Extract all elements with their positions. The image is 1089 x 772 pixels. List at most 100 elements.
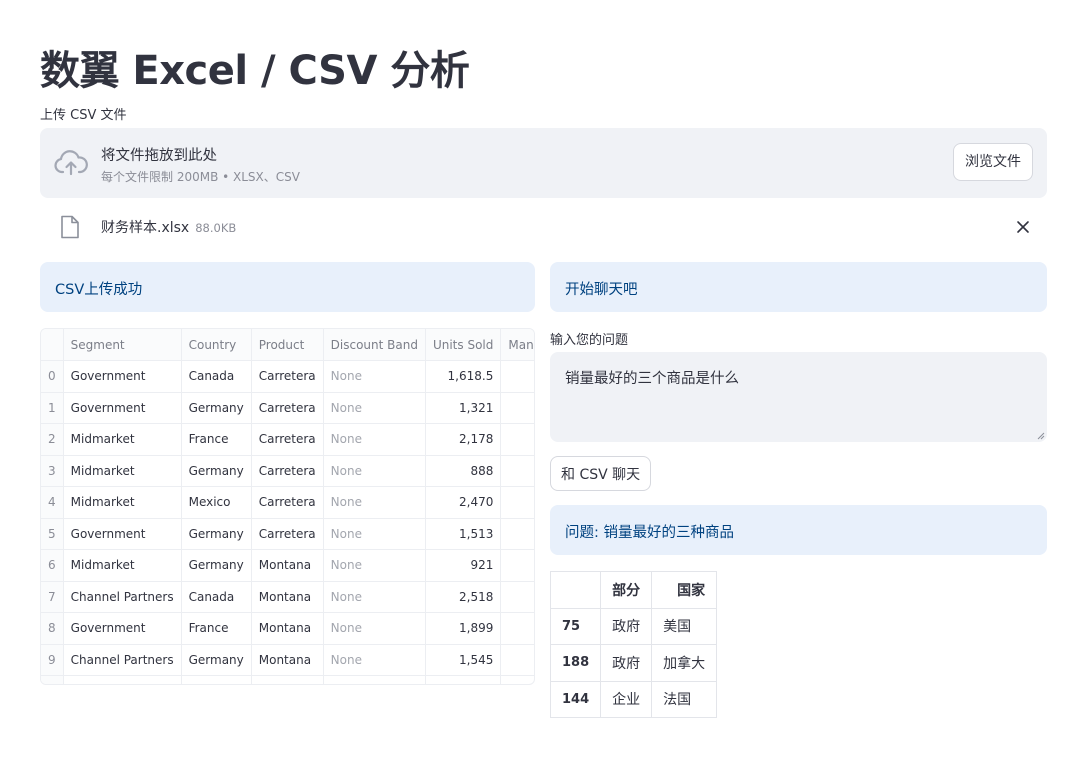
empty-cell <box>181 675 252 684</box>
row-index[interactable]: 4 <box>41 486 64 519</box>
units-sold-cell[interactable]: 2,178 <box>425 423 502 456</box>
country-cell[interactable]: Germany <box>181 392 252 424</box>
units-sold-cell[interactable]: 1,513 <box>425 518 502 550</box>
file-dropzone[interactable]: 将文件拖放到此处 每个文件限制 200MB • XLSX、CSV 浏览文件 <box>40 128 1047 198</box>
row-index[interactable]: 3 <box>41 455 64 487</box>
product-cell[interactable]: Montana <box>251 612 324 645</box>
product-cell[interactable]: Carretera <box>251 392 324 424</box>
country-cell[interactable]: France <box>181 612 252 645</box>
country-cell[interactable]: Germany <box>181 455 252 487</box>
country-cell[interactable]: Canada <box>181 360 252 393</box>
product-cell[interactable]: Montana <box>251 644 324 676</box>
table-row: 6 Midmarket Germany Montana None 921 <box>41 549 534 582</box>
column-header[interactable]: Segment <box>63 329 182 361</box>
segment-cell[interactable]: Midmarket <box>63 549 182 582</box>
product-cell[interactable]: Carretera <box>251 423 324 456</box>
row-index[interactable]: 8 <box>41 612 64 645</box>
dataframe-table: Segment Country Product Discount Band Un… <box>41 329 534 684</box>
product-cell[interactable]: Carretera <box>251 486 324 519</box>
segment-cell[interactable]: Government <box>63 518 182 550</box>
close-icon[interactable] <box>1015 219 1031 235</box>
manufacturing-cell[interactable] <box>500 486 534 519</box>
question-banner: 问题: 销量最好的三种商品 <box>550 505 1047 555</box>
segment-cell[interactable]: Channel Partners <box>63 581 182 613</box>
manufacturing-cell[interactable] <box>500 581 534 613</box>
discount-band-cell[interactable]: None <box>323 612 426 645</box>
country-cell[interactable]: Canada <box>181 581 252 613</box>
units-sold-cell[interactable]: 921 <box>425 549 502 582</box>
manufacturing-cell[interactable] <box>500 392 534 424</box>
country-cell[interactable]: Germany <box>181 644 252 676</box>
browse-files-button[interactable]: 浏览文件 <box>953 143 1033 181</box>
discount-band-cell[interactable]: None <box>323 518 426 550</box>
discount-band-cell[interactable]: None <box>323 549 426 582</box>
file-icon <box>61 215 79 239</box>
discount-band-cell[interactable]: None <box>323 455 426 487</box>
country-cell[interactable]: Germany <box>181 518 252 550</box>
page-title: 数翼 Excel / CSV 分析 <box>40 48 470 94</box>
row-index[interactable]: 7 <box>41 581 64 613</box>
country-cell[interactable]: France <box>181 423 252 456</box>
empty-cell <box>500 675 534 684</box>
units-sold-cell[interactable]: 2,470 <box>425 486 502 519</box>
product-cell[interactable]: Carretera <box>251 518 324 550</box>
result-country-cell: 加拿大 <box>651 644 718 682</box>
dataframe-viewer[interactable]: Segment Country Product Discount Band Un… <box>40 328 535 685</box>
column-header[interactable]: Country <box>181 329 252 361</box>
discount-band-cell[interactable]: None <box>323 581 426 613</box>
country-cell[interactable]: Mexico <box>181 486 252 519</box>
units-sold-cell[interactable]: 2,518 <box>425 581 502 613</box>
file-uploader-label: 上传 CSV 文件 <box>40 108 127 123</box>
segment-cell[interactable]: Government <box>63 392 182 424</box>
units-sold-cell[interactable]: 1,899 <box>425 612 502 645</box>
table-row: 5 Government Germany Carretera None 1,513 <box>41 518 534 550</box>
table-row: 8 Government France Montana None 1,899 <box>41 612 534 645</box>
question-textarea[interactable]: 销量最好的三个商品是什么 <box>550 352 1047 442</box>
manufacturing-cell[interactable] <box>500 455 534 487</box>
units-sold-cell[interactable]: 1,545 <box>425 644 502 676</box>
manufacturing-cell[interactable] <box>500 518 534 550</box>
row-index[interactable]: 6 <box>41 549 64 582</box>
manufacturing-cell[interactable] <box>500 612 534 645</box>
segment-cell[interactable]: Government <box>63 612 182 645</box>
units-sold-cell[interactable]: 1,321 <box>425 392 502 424</box>
units-sold-cell[interactable]: 888 <box>425 455 502 487</box>
segment-cell[interactable]: Channel Partners <box>63 644 182 676</box>
manufacturing-cell[interactable] <box>500 644 534 676</box>
result-table: 部分 国家 75 政府 美国 188 政府 加拿大 144 企业 法国 <box>549 571 718 718</box>
empty-cell <box>251 675 324 684</box>
product-cell[interactable]: Carretera <box>251 455 324 487</box>
segment-cell[interactable]: Midmarket <box>63 486 182 519</box>
row-index[interactable]: 1 <box>41 392 64 424</box>
discount-band-cell[interactable]: None <box>323 486 426 519</box>
discount-band-cell[interactable]: None <box>323 392 426 424</box>
discount-band-cell[interactable]: None <box>323 423 426 456</box>
units-sold-cell[interactable]: 1,618.5 <box>425 360 502 393</box>
row-index[interactable]: 0 <box>41 360 64 393</box>
manufacturing-cell[interactable] <box>500 360 534 393</box>
discount-band-cell[interactable]: None <box>323 644 426 676</box>
product-cell[interactable]: Carretera <box>251 360 324 393</box>
segment-cell[interactable]: Midmarket <box>63 423 182 456</box>
discount-band-cell[interactable]: None <box>323 360 426 393</box>
country-cell[interactable]: Germany <box>181 549 252 582</box>
segment-cell[interactable]: Government <box>63 360 182 393</box>
row-index[interactable]: 2 <box>41 423 64 456</box>
result-index-header <box>549 571 602 609</box>
question-input-label: 输入您的问题 <box>550 333 629 348</box>
resize-grip-icon[interactable] <box>1037 432 1045 440</box>
manufacturing-cell[interactable] <box>500 423 534 456</box>
result-segment-cell: 政府 <box>600 644 653 682</box>
column-header[interactable]: Product <box>251 329 324 361</box>
segment-cell[interactable]: Midmarket <box>63 455 182 487</box>
product-cell[interactable]: Montana <box>251 581 324 613</box>
product-cell[interactable]: Montana <box>251 549 324 582</box>
table-row: 9 Channel Partners Germany Montana None 1,545 <box>41 644 534 676</box>
manufacturing-cell[interactable] <box>500 549 534 582</box>
row-index[interactable]: 5 <box>41 518 64 550</box>
chat-with-csv-button[interactable]: 和 CSV 聊天 <box>550 456 652 491</box>
column-header[interactable]: Discount Band <box>323 329 426 361</box>
row-index[interactable]: 9 <box>41 644 64 676</box>
column-header[interactable]: Manufac <box>500 329 534 361</box>
column-header[interactable]: Units Sold <box>425 329 502 361</box>
